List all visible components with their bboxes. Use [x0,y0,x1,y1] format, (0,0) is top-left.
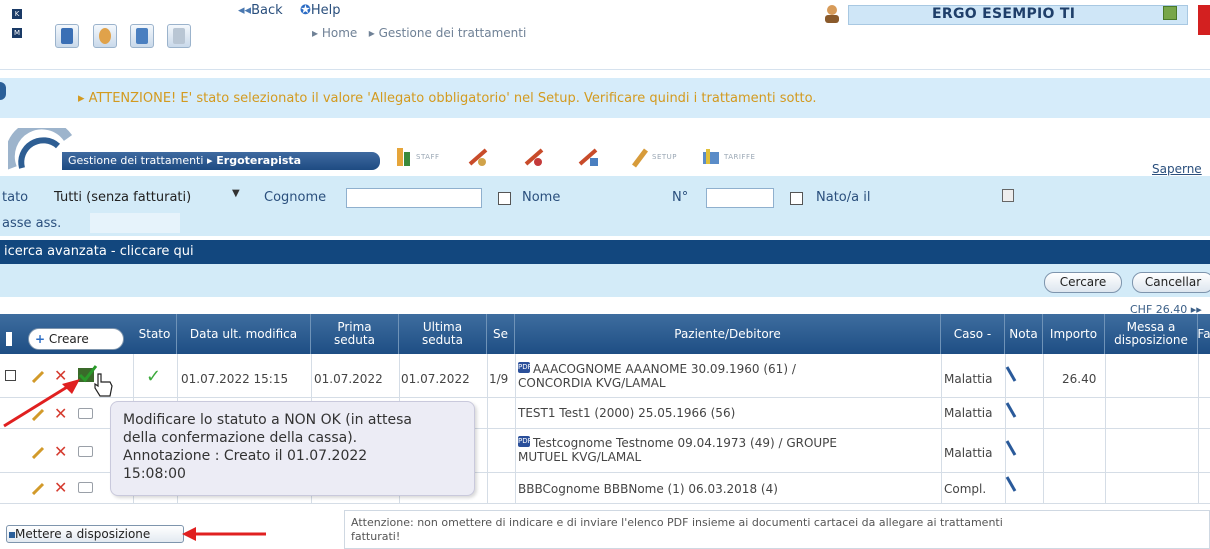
mettere-disposizione-button[interactable]: Mettere a disposizione [6,525,184,543]
annotation-arrow-1 [3,379,80,428]
numero-checkbox[interactable] [790,192,803,205]
expand-icon[interactable]: M [12,28,22,38]
cell-paziente[interactable]: BBBCognome BBBNome (1) 06.03.2018 (4) [518,482,778,496]
cell-caso: Malattia [944,446,993,460]
note-icon[interactable] [1005,402,1017,418]
cell-paziente[interactable]: PDFAAACOGNOME AAANOME 30.09.1960 (61) / … [518,362,938,390]
numero-input[interactable] [706,188,774,208]
button-area [0,264,1210,297]
help-icon: ✪ [300,3,311,18]
cell-paziente[interactable]: PDFTestcognome Testnome 09.04.1973 (49) … [518,436,938,464]
module-tab-sub: Ergoterapista [216,154,302,167]
nato-label: Nato/a il [816,190,871,205]
user-icon[interactable] [822,4,842,24]
cell-prima: 01.07.2022 [314,372,383,386]
nato-input[interactable] [892,188,988,208]
delete-icon[interactable]: ✕ [54,444,67,460]
tariffe-label: TARIFFE [724,153,756,161]
cell-ultima: 01.07.2022 [401,372,470,386]
col-fa[interactable]: Fa [1197,314,1210,354]
mail-icon[interactable] [1163,6,1177,20]
pdf-icon[interactable]: PDF [518,436,532,447]
status-off-icon[interactable] [78,482,93,493]
annotation-arrow-2 [182,527,266,541]
col-stato[interactable]: Stato [133,314,177,354]
cell-importo: 26.40 [1062,372,1097,386]
col-prima[interactable]: Prima seduta [311,314,399,354]
numero-label: N° [672,190,689,205]
status-off-icon[interactable] [78,446,93,457]
cell-caso: Malattia [944,406,993,420]
pdf-icon[interactable]: PDF [518,362,532,373]
tariffe-icon[interactable] [700,146,722,168]
cognome-checkbox[interactable] [498,192,511,205]
cassa-input[interactable] [90,213,180,233]
create-label: Creare [48,332,89,346]
cell-se: 1/9 [489,372,509,386]
col-se[interactable]: Se [487,314,515,354]
setup-icon[interactable] [630,146,652,168]
cercare-button[interactable]: Cercare [1044,272,1122,293]
col-caso[interactable]: Caso - [941,314,1005,354]
status-tooltip: Modificare lo statuto a NON OK (in attes… [110,401,475,496]
col-ultima[interactable]: Ultima seduta [399,314,487,354]
cognome-input[interactable] [346,188,482,208]
form-icon[interactable] [167,24,191,48]
help-link[interactable]: ✪Help [300,3,341,18]
col-importo[interactable]: Importo [1043,314,1105,354]
nome-label: Nome [522,190,561,205]
calendar-icon[interactable] [1002,189,1014,202]
pencil-icon[interactable] [32,446,45,459]
cancellare-button[interactable]: Cancellar [1132,272,1210,293]
checkmark-icon: ✓ [146,366,162,387]
stato-label: tato [2,190,29,205]
create-button[interactable]: + Creare [28,328,124,350]
delete-icon[interactable]: ✕ [54,480,67,496]
cell-caso: Compl. [944,482,987,496]
help-label: Help [310,3,341,18]
breadcrumb-home[interactable]: Home [322,26,357,40]
nome-input[interactable] [574,188,664,208]
pencil-icon[interactable] [32,482,45,495]
back-arrow-icon: ◂◂ [238,3,252,18]
collapse-icon[interactable]: K [12,9,22,19]
chevron-down-icon: ▼ [232,188,240,199]
breadcrumb: ▸ Home ▸ Gestione dei trattamenti [312,26,527,40]
col-data[interactable]: Data ult. modifica [177,314,311,354]
col-messa[interactable]: Messa a disposizione [1105,314,1198,354]
staff-icon[interactable] [394,146,416,168]
cassa-label: asse ass. [2,216,62,231]
logout-icon[interactable] [1198,5,1210,35]
user-name: ERGO ESEMPIO TI [932,6,1076,22]
back-label: Back [251,3,283,18]
module-tab-label: Gestione dei trattamenti [68,154,204,167]
col-paziente[interactable]: Paziente/Debitore [515,314,941,354]
col-nota[interactable]: Nota [1005,314,1043,354]
note-box: Attenzione: non omettere di indicare e d… [344,510,1210,549]
treatment-icon-3[interactable] [578,146,600,168]
back-link[interactable]: ◂◂Back [238,3,283,18]
cell-paziente[interactable]: TEST1 Test1 (2000) 25.05.1966 (56) [518,406,735,420]
patient-icon[interactable] [93,24,117,48]
setup-label: SETUP [652,153,677,161]
plus-icon: + [35,332,46,346]
note-icon[interactable] [1005,440,1017,456]
wave-icon[interactable] [130,24,154,48]
treatment-icon-2[interactable] [524,146,546,168]
document-icon[interactable] [55,24,79,48]
module-tab[interactable]: Gestione dei trattamenti ▸ Ergoterapista [62,152,380,170]
staff-label: STAFF [416,153,440,161]
warning-text: ▸ ATTENZIONE! E' stato selezionato il va… [78,91,817,106]
cell-caso: Malattia [944,372,993,386]
select-all-checkbox[interactable] [6,332,12,346]
breadcrumb-current: Gestione dei trattamenti [378,26,527,40]
stato-select[interactable]: Tutti (senza fatturati) [52,187,242,209]
cell-data: 01.07.2022 15:15 [181,372,289,386]
treatment-icon-1[interactable] [468,146,490,168]
advanced-search-link[interactable]: icerca avanzata - cliccare qui [0,240,1210,264]
note-icon[interactable] [1005,366,1017,382]
cognome-label: Cognome [264,190,327,205]
note-icon[interactable] [1005,476,1017,492]
